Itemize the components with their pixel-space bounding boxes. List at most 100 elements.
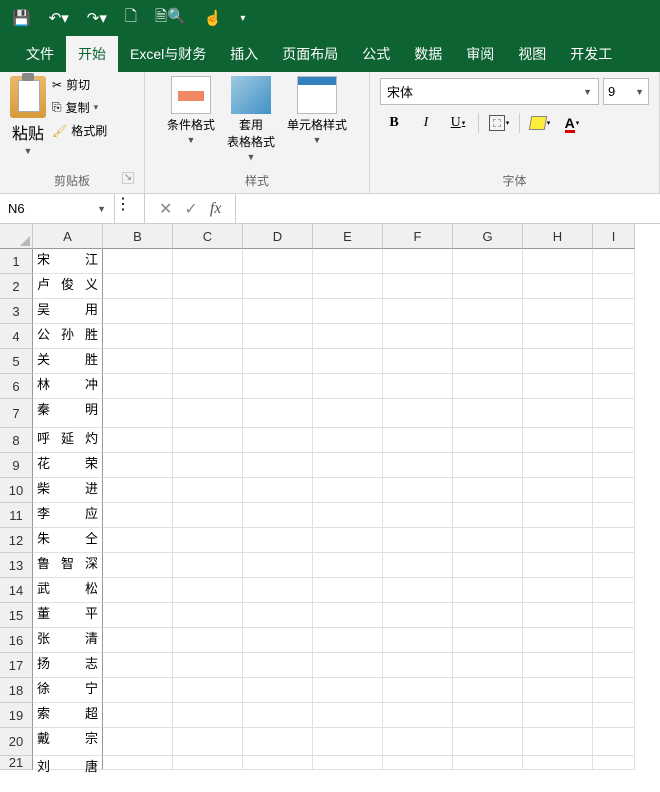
cell-F19[interactable]: [383, 703, 453, 728]
cell-D1[interactable]: [243, 249, 313, 274]
row-header-10[interactable]: 10: [0, 478, 33, 503]
row-header-19[interactable]: 19: [0, 703, 33, 728]
cell-E7[interactable]: [313, 399, 383, 428]
cell-C1[interactable]: [173, 249, 243, 274]
cell-B19[interactable]: [103, 703, 173, 728]
cell-B6[interactable]: [103, 374, 173, 399]
cell-I21[interactable]: [593, 756, 635, 770]
cell-G5[interactable]: [453, 349, 523, 374]
cell-C8[interactable]: [173, 428, 243, 453]
row-header-11[interactable]: 11: [0, 503, 33, 528]
cell-I6[interactable]: [593, 374, 635, 399]
tab-4[interactable]: 页面布局: [270, 36, 350, 72]
cell-B10[interactable]: [103, 478, 173, 503]
cell-G1[interactable]: [453, 249, 523, 274]
cell-D5[interactable]: [243, 349, 313, 374]
cell-A10[interactable]: 柴 进: [33, 478, 103, 503]
cell-G7[interactable]: [453, 399, 523, 428]
copy-dropdown-icon[interactable]: ▾: [94, 102, 99, 113]
cell-E15[interactable]: [313, 603, 383, 628]
print-preview-icon[interactable]: 🗎🔍: [155, 6, 186, 31]
column-header-H[interactable]: H: [523, 224, 593, 249]
cell-E4[interactable]: [313, 324, 383, 349]
cell-C12[interactable]: [173, 528, 243, 553]
cell-I20[interactable]: [593, 728, 635, 756]
row-header-4[interactable]: 4: [0, 324, 33, 349]
cell-D16[interactable]: [243, 628, 313, 653]
cell-D6[interactable]: [243, 374, 313, 399]
touch-mode-icon[interactable]: ☝: [204, 9, 223, 27]
cell-G10[interactable]: [453, 478, 523, 503]
cell-I7[interactable]: [593, 399, 635, 428]
cell-A1[interactable]: 宋 江: [33, 249, 103, 274]
cell-E5[interactable]: [313, 349, 383, 374]
cell-G12[interactable]: [453, 528, 523, 553]
border-button[interactable]: ▾: [485, 111, 513, 135]
cell-B16[interactable]: [103, 628, 173, 653]
cell-C6[interactable]: [173, 374, 243, 399]
table-format-button[interactable]: 套用 表格格式 ▼: [227, 76, 275, 162]
cell-F8[interactable]: [383, 428, 453, 453]
cell-E2[interactable]: [313, 274, 383, 299]
cell-E3[interactable]: [313, 299, 383, 324]
cell-F13[interactable]: [383, 553, 453, 578]
name-box[interactable]: N6 ▼: [0, 194, 115, 223]
cell-G2[interactable]: [453, 274, 523, 299]
cell-A15[interactable]: 董 平: [33, 603, 103, 628]
cell-C16[interactable]: [173, 628, 243, 653]
row-header-21[interactable]: 21: [0, 756, 33, 770]
cell-A8[interactable]: 呼延灼: [33, 428, 103, 453]
cell-I1[interactable]: [593, 249, 635, 274]
redo-icon[interactable]: ↷▾: [87, 9, 107, 27]
cell-B12[interactable]: [103, 528, 173, 553]
cell-E20[interactable]: [313, 728, 383, 756]
cell-E8[interactable]: [313, 428, 383, 453]
column-header-F[interactable]: F: [383, 224, 453, 249]
cell-A6[interactable]: 林 冲: [33, 374, 103, 399]
cell-D18[interactable]: [243, 678, 313, 703]
cell-F15[interactable]: [383, 603, 453, 628]
cell-G6[interactable]: [453, 374, 523, 399]
cell-B18[interactable]: [103, 678, 173, 703]
cell-A21[interactable]: 刘 唐: [33, 756, 103, 770]
cell-H18[interactable]: [523, 678, 593, 703]
cell-I12[interactable]: [593, 528, 635, 553]
cell-A16[interactable]: 张 清: [33, 628, 103, 653]
cell-C5[interactable]: [173, 349, 243, 374]
cell-D11[interactable]: [243, 503, 313, 528]
tab-7[interactable]: 审阅: [454, 36, 506, 72]
cell-H20[interactable]: [523, 728, 593, 756]
cell-E14[interactable]: [313, 578, 383, 603]
cell-F10[interactable]: [383, 478, 453, 503]
clipboard-launcher-icon[interactable]: ↘: [122, 172, 134, 184]
cell-H7[interactable]: [523, 399, 593, 428]
row-header-12[interactable]: 12: [0, 528, 33, 553]
font-color-button[interactable]: A▾: [558, 111, 586, 135]
cell-C17[interactable]: [173, 653, 243, 678]
cell-B9[interactable]: [103, 453, 173, 478]
tab-6[interactable]: 数据: [402, 36, 454, 72]
cell-C18[interactable]: [173, 678, 243, 703]
row-header-9[interactable]: 9: [0, 453, 33, 478]
cell-style-button[interactable]: 单元格样式 ▼: [287, 76, 347, 162]
cell-C3[interactable]: [173, 299, 243, 324]
tab-9[interactable]: 开发工: [558, 36, 624, 72]
cell-I4[interactable]: [593, 324, 635, 349]
cell-H11[interactable]: [523, 503, 593, 528]
cell-D7[interactable]: [243, 399, 313, 428]
customize-qat-icon[interactable]: ▾: [240, 13, 245, 24]
cell-E13[interactable]: [313, 553, 383, 578]
tab-8[interactable]: 视图: [506, 36, 558, 72]
cell-I3[interactable]: [593, 299, 635, 324]
cell-B7[interactable]: [103, 399, 173, 428]
fill-color-button[interactable]: ▾: [526, 111, 554, 135]
cell-H14[interactable]: [523, 578, 593, 603]
underline-button[interactable]: U▾: [444, 111, 472, 135]
save-icon[interactable]: 💾: [12, 9, 31, 27]
cell-C14[interactable]: [173, 578, 243, 603]
cell-H21[interactable]: [523, 756, 593, 770]
row-header-13[interactable]: 13: [0, 553, 33, 578]
cell-E16[interactable]: [313, 628, 383, 653]
cell-H2[interactable]: [523, 274, 593, 299]
cell-A7[interactable]: 秦 明: [33, 399, 103, 428]
